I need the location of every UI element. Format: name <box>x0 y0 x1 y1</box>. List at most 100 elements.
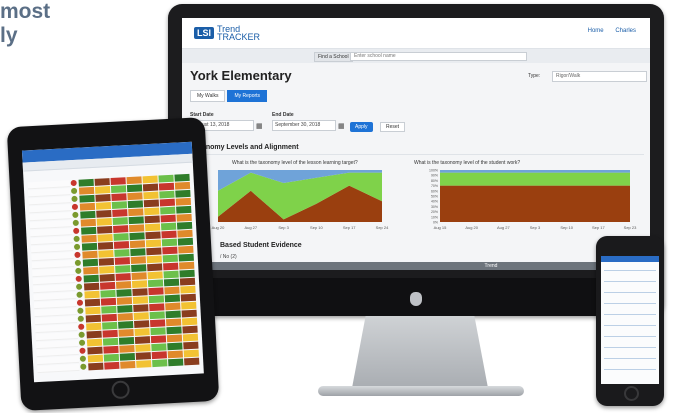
heatmap-cell <box>99 281 116 290</box>
heatmap-cell <box>87 346 103 355</box>
end-date-label: End Date <box>272 112 294 118</box>
heatmap-cell <box>115 281 132 289</box>
heatmap-cell <box>163 278 180 287</box>
heatmap-cell <box>128 216 144 225</box>
status-dot-icon <box>78 323 85 330</box>
nav-user[interactable]: Charles <box>615 28 636 34</box>
home-button-icon[interactable] <box>624 386 639 401</box>
tab-my-reports[interactable]: My Reports <box>227 90 268 102</box>
heatmap-cell <box>131 272 147 281</box>
area-series-1 <box>440 172 630 186</box>
heatmap-cell <box>82 250 98 259</box>
apple-logo-icon <box>410 292 422 306</box>
phone-chart-line <box>604 314 656 315</box>
find-school-button[interactable]: Find a School <box>314 52 353 62</box>
heatmap-cell <box>99 273 115 282</box>
heatmap-cell <box>129 240 146 249</box>
phone-chart-line <box>604 303 656 304</box>
heatmap-cell <box>100 289 116 298</box>
heatmap-cell <box>183 349 199 358</box>
heatmap-cell <box>176 213 192 222</box>
heatmap-cell <box>135 344 151 352</box>
heatmap-cell <box>80 210 96 219</box>
heatmap-cell <box>127 192 143 201</box>
heatmap-cell <box>102 337 119 346</box>
logo-text-line-2: TRACKER <box>217 32 261 42</box>
home-button-icon[interactable] <box>111 380 131 400</box>
heatmap-cell <box>184 357 200 366</box>
evidence-title: Based Student Evidence <box>220 242 302 249</box>
heatmap-cell <box>83 274 99 283</box>
x-tick-label: Sep 3 <box>530 225 541 230</box>
status-dot-icon <box>72 211 79 219</box>
status-dot-icon <box>75 283 83 290</box>
heatmap-cell <box>148 295 165 304</box>
tab-my-walks[interactable]: My Walks <box>190 90 226 102</box>
heatmap-cell <box>84 290 100 299</box>
heatmap-cell <box>111 201 128 209</box>
heatmap-cell <box>81 242 98 251</box>
heatmap-cell <box>116 289 132 297</box>
heatmap-cell <box>81 234 97 243</box>
phone-chart-line <box>604 336 656 337</box>
heatmap-cell <box>115 265 131 273</box>
heatmap-cell <box>180 285 196 294</box>
heatmap-cell <box>182 333 199 342</box>
heatmap-cell <box>128 208 144 217</box>
nav-home[interactable]: Home <box>588 28 604 34</box>
heatmap-cell <box>113 241 130 249</box>
heatmap-cell <box>160 222 177 231</box>
heatmap-cell <box>112 209 128 217</box>
heatmap-cell <box>96 210 112 218</box>
school-search-input[interactable]: Enter school name <box>350 52 527 61</box>
heatmap-cell <box>179 261 195 270</box>
heatmap-cell <box>149 303 165 312</box>
heatmap-cell <box>175 189 191 198</box>
heatmap-cell <box>178 245 194 254</box>
status-dot-icon <box>74 259 82 266</box>
heatmap-cell <box>78 186 95 195</box>
end-date-input[interactable]: September 30, 2018 <box>272 120 336 131</box>
heatmap-cell <box>86 338 103 347</box>
status-dot-icon <box>72 219 79 227</box>
heatmap-cell <box>136 360 152 368</box>
y-tick-label: 100% <box>429 169 438 173</box>
top-nav: Home Charles <box>578 28 636 34</box>
heatmap-cell <box>80 218 96 227</box>
heatmap-cell <box>133 312 149 320</box>
status-dot-icon <box>78 331 85 338</box>
status-dot-icon <box>73 235 80 243</box>
app-logo[interactable]: LSI Trend TRACKER <box>194 25 261 42</box>
x-tick-label: Sep 23 <box>624 225 637 230</box>
y-tick-label: 0% <box>433 221 438 225</box>
heatmap-cell <box>116 297 133 305</box>
heatmap-cell <box>132 288 148 297</box>
trend-label: Trend <box>484 263 498 269</box>
y-tick-label: 70% <box>431 184 438 188</box>
calendar-icon[interactable]: ▦ <box>256 122 263 130</box>
heatmap-cell <box>145 231 161 240</box>
type-select[interactable]: Rigor/Walk <box>552 71 647 82</box>
y-tick-label: 60% <box>431 189 438 193</box>
heatmap-cell <box>102 321 118 330</box>
heatmap-cell <box>103 345 119 354</box>
desktop-monitor: LSI Trend TRACKER Home Charles Find a Sc… <box>168 4 664 316</box>
heatmap-cell <box>147 279 164 288</box>
area-series-0 <box>440 185 630 222</box>
x-tick-label: Sep 10 <box>310 225 323 230</box>
heatmap-cell <box>144 215 160 224</box>
heatmap-cell <box>162 254 178 263</box>
reset-button[interactable]: Reset <box>380 122 406 132</box>
heatmap-cell <box>101 313 117 322</box>
search-bar: Find a School Enter school name <box>182 49 650 63</box>
calendar-icon[interactable]: ▦ <box>338 122 345 130</box>
heatmap-cell <box>131 280 148 289</box>
heatmap-cell <box>151 343 167 352</box>
heatmap-cell <box>134 320 150 328</box>
heatmap-cell <box>85 314 102 323</box>
logo-badge: LSI <box>194 27 215 39</box>
heatmap-cell <box>181 317 198 326</box>
apply-button[interactable]: Apply <box>350 122 373 132</box>
status-dot-icon <box>73 227 80 235</box>
phone-chart-line <box>604 347 656 348</box>
